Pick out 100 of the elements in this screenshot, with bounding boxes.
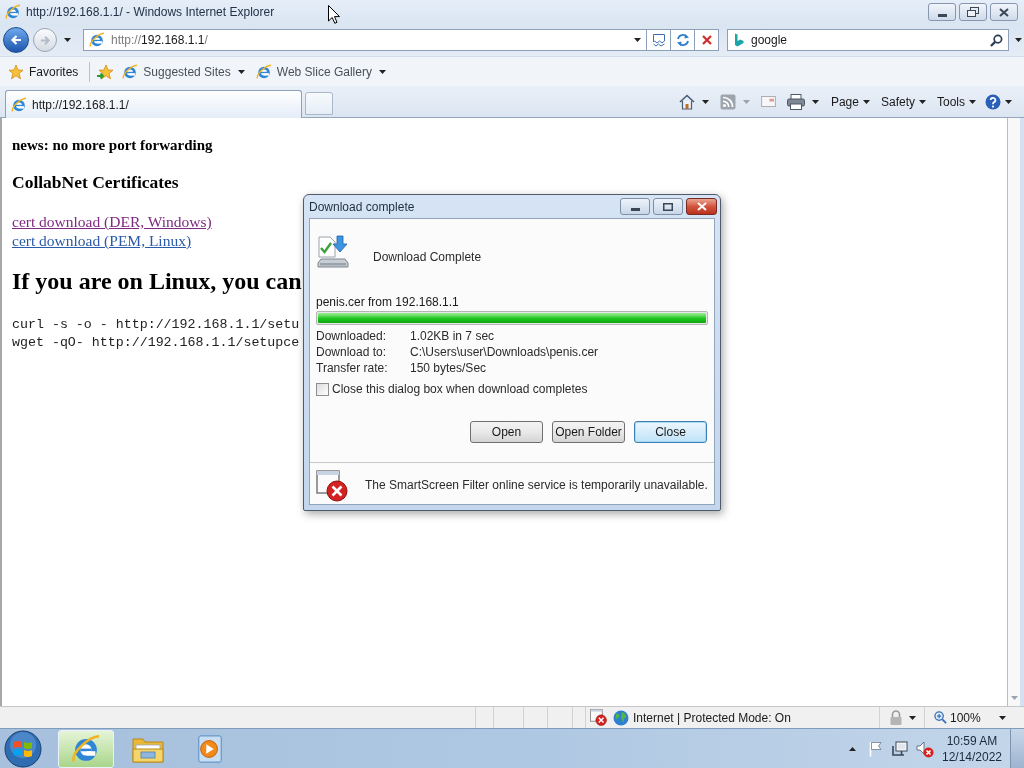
dialog-heading: Download Complete [373, 250, 482, 264]
caret-icon [634, 38, 641, 42]
maximize-icon [663, 202, 673, 211]
window-title: http://192.168.1.1/ - Windows Internet Explorer [26, 5, 275, 19]
arrow-right-icon [39, 34, 51, 46]
search-field[interactable]: google [727, 29, 1009, 51]
close-button[interactable] [686, 198, 717, 215]
compatibility-view-button[interactable] [647, 29, 671, 51]
caret-icon [862, 99, 870, 104]
detail-label: Transfer rate: [316, 360, 389, 376]
muted-speaker-icon[interactable] [916, 739, 934, 758]
browser-tab[interactable]: http://192.168.1.1/ [5, 90, 302, 118]
caret-icon [919, 99, 926, 104]
caret-icon [1005, 99, 1012, 104]
detail-value: 1.02KB in 7 sec [410, 328, 495, 344]
command-menu-button[interactable]: Tools [933, 90, 980, 113]
detail-label: Download to: [316, 344, 388, 360]
minimize-icon [630, 207, 640, 211]
clock-date[interactable]: 12/14/2022 [941, 748, 1003, 765]
back-button[interactable] [3, 27, 29, 53]
download-link[interactable]: cert download (DER, Windows) [12, 212, 212, 231]
refresh-icon [675, 33, 690, 47]
zoom-in-icon [934, 711, 947, 724]
caret-icon [848, 746, 856, 751]
star-icon [8, 63, 24, 80]
stop-icon [701, 35, 712, 45]
start-button[interactable] [3, 728, 43, 768]
command-menu-button[interactable]: Page [826, 90, 874, 113]
caret-icon [1014, 38, 1022, 42]
caret-icon [1010, 696, 1018, 700]
browser-logo-icon [5, 4, 21, 20]
close-button[interactable] [990, 3, 1018, 21]
envelope-icon [760, 96, 776, 107]
command-menu-button[interactable]: Safety [876, 90, 930, 113]
minimize-icon [937, 13, 947, 17]
browser-logo-icon [71, 733, 101, 764]
minimize-button[interactable] [620, 198, 650, 215]
favorites-bar-item[interactable]: Suggested Sites [122, 60, 245, 83]
window-error-icon [316, 470, 348, 502]
detail-value: C:\Users\user\Downloads\penis.cer [410, 344, 599, 360]
caret-icon [969, 99, 976, 104]
search-provider-icon [734, 33, 744, 47]
dialog-button[interactable]: Open Folder [552, 421, 625, 443]
globe-icon [613, 709, 629, 726]
code-line: wget -qO- http://192.168.1.1/setupce [12, 334, 300, 352]
minimize-button[interactable] [928, 3, 956, 21]
refresh-button[interactable] [671, 29, 695, 51]
taskbar-button[interactable] [58, 729, 114, 768]
browser-logo-icon [11, 96, 27, 113]
code-line: curl -s -o - http://192.168.1.1/setu [12, 316, 300, 334]
restore-button[interactable] [959, 3, 987, 21]
detail-label: Downloaded: [316, 328, 388, 344]
home-icon [678, 93, 695, 110]
mouse-pointer-icon [328, 5, 340, 24]
dialog-button[interactable]: Open [470, 421, 543, 443]
caret-icon [237, 69, 245, 74]
close-icon [999, 7, 1009, 17]
caret-icon [908, 715, 916, 720]
search-button[interactable] [989, 33, 1003, 47]
detail-value: 150 bytes/Sec [410, 360, 487, 376]
stop-button[interactable] [695, 29, 719, 51]
smartscreen-notice: The SmartScreen Filter online service is temporarily unavailable. [365, 478, 708, 492]
clock-time[interactable]: 10:59 AM [946, 732, 998, 749]
restore-icon [967, 7, 979, 17]
torn-page-icon [651, 33, 666, 47]
browser-logo-icon [89, 32, 105, 48]
dialog-title: Download complete [309, 200, 415, 214]
favorites-button[interactable]: Favorites [8, 60, 79, 83]
browser-logo-icon [255, 63, 272, 80]
feed-icon [719, 93, 736, 110]
windows-logo-icon [4, 729, 42, 768]
caret-icon [811, 99, 819, 104]
play-icon [196, 734, 224, 763]
caret-icon [63, 38, 71, 42]
dialog-button[interactable]: Close [634, 421, 707, 443]
security-zone-button[interactable]: Internet | Protected Mode: On [613, 707, 791, 728]
lock-icon [888, 709, 903, 726]
file-download-icon [316, 235, 350, 269]
checkbox-label[interactable]: Close this dialog box when download completes [332, 382, 588, 396]
section-heading: CollabNet Certificates [12, 172, 179, 193]
caret-icon [742, 99, 750, 104]
help-icon [985, 93, 1001, 110]
news-text: news: no more port forwarding [12, 136, 213, 154]
address-field[interactable]: http://192.168.1.1/ [83, 29, 647, 51]
arrow-left-icon [10, 34, 22, 46]
file-name: penis.cer from 192.168.1.1 [316, 295, 460, 309]
network-icon[interactable] [892, 740, 908, 757]
download-link[interactable]: cert download (PEM, Linux) [12, 231, 192, 250]
page-heading: If you are on Linux, you can [12, 267, 302, 295]
caret-icon [378, 69, 386, 74]
search-icon [989, 33, 1003, 47]
close-icon [696, 202, 707, 211]
checkbox[interactable] [316, 382, 329, 396]
maximize-button[interactable] [653, 198, 683, 215]
caret-icon [998, 715, 1006, 720]
zoom-button[interactable]: 100% [934, 707, 1006, 728]
browser-logo-icon [122, 63, 139, 80]
caret-icon [701, 99, 709, 104]
flag-icon[interactable] [869, 740, 883, 757]
favorites-bar-item[interactable]: Web Slice Gallery [255, 60, 386, 83]
